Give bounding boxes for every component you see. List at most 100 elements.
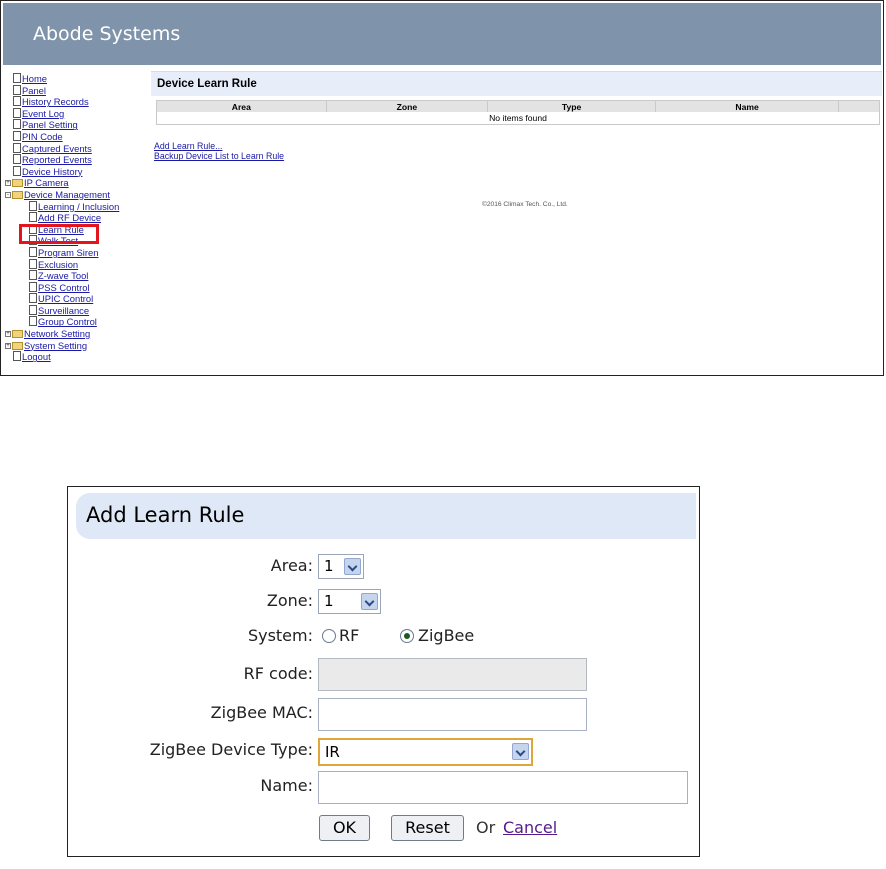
zigbee-mac-row: ZigBee MAC: <box>68 697 698 731</box>
page-icon <box>13 84 21 95</box>
zigbee-device-type-select[interactable]: IR <box>318 738 533 766</box>
page-icon <box>29 293 37 304</box>
reset-button[interactable]: Reset <box>391 815 464 841</box>
zone-select[interactable]: 1 <box>318 589 381 614</box>
zigbee-device-type-value: IR <box>325 743 340 761</box>
nav-item-exclusion[interactable]: Exclusion <box>5 258 151 271</box>
page-icon <box>29 281 37 292</box>
nav-item-surveillance[interactable]: Surveillance <box>5 304 151 317</box>
page-icon <box>13 154 21 165</box>
add-learn-rule-form: Add Learn Rule Area: 1 Zone: 1 System: R… <box>67 486 700 857</box>
nav-item-network-setting[interactable]: + Network Setting <box>5 328 151 340</box>
rf-code-field[interactable] <box>318 658 587 691</box>
zone-value: 1 <box>324 592 334 610</box>
column-header-type[interactable]: Type <box>487 100 656 112</box>
ok-button[interactable]: OK <box>319 815 370 841</box>
folder-open-icon <box>12 190 23 199</box>
folder-icon <box>12 179 23 188</box>
nav-item-z-wave-tool[interactable]: Z-wave Tool <box>5 270 151 282</box>
nav-item-logout[interactable]: Logout <box>5 351 151 363</box>
copyright-text: ©2016 Climax Tech. Co., Ltd. <box>482 201 568 208</box>
device-learn-rule-heading: Device Learn Rule <box>151 71 882 96</box>
nav-item-ip-camera[interactable]: + IP Camera <box>5 177 151 189</box>
nav-item-system-setting[interactable]: + System Setting <box>5 340 151 352</box>
collapse-icon[interactable]: - <box>5 191 11 198</box>
rf-radio-label[interactable]: RF <box>339 622 359 650</box>
add-learn-rule-link[interactable]: Add Learn Rule... <box>154 141 284 151</box>
learn-rule-highlight-box <box>19 224 99 244</box>
form-header: Add Learn Rule <box>76 493 696 539</box>
nav-item-group-control[interactable]: Group Control <box>5 316 151 328</box>
expand-icon[interactable]: + <box>5 331 11 338</box>
folder-icon <box>12 330 23 339</box>
nav-item-event-log[interactable]: Event Log <box>5 107 151 120</box>
nav-item-program-siren[interactable]: Program Siren <box>5 246 151 259</box>
area-row: Area: 1 <box>68 552 698 580</box>
page-icon <box>29 304 37 315</box>
column-header-area[interactable]: Area <box>156 100 327 112</box>
nav-item-panel[interactable]: Panel <box>5 84 151 97</box>
app-title: Abode Systems <box>33 23 181 45</box>
nav-item-add-rf-device[interactable]: Add RF Device <box>5 212 151 224</box>
rf-radio[interactable] <box>322 629 336 643</box>
chevron-down-icon[interactable] <box>512 743 529 760</box>
page-icon <box>29 270 37 281</box>
zigbee-radio-label[interactable]: ZigBee <box>418 622 474 650</box>
page-icon <box>13 142 21 153</box>
page-icon <box>29 246 37 257</box>
device-learn-rule-screenshot: Abode Systems Home Panel History Records… <box>0 0 884 376</box>
name-field[interactable] <box>318 771 688 804</box>
table-row: No items found <box>157 112 880 125</box>
app-header: Abode Systems <box>3 3 881 65</box>
page-icon <box>13 119 21 130</box>
expand-icon[interactable]: + <box>5 180 11 187</box>
system-row: System: RF ZigBee <box>68 622 698 650</box>
zone-row: Zone: 1 <box>68 587 698 615</box>
system-label: System: <box>247 626 313 645</box>
page-icon <box>13 165 21 176</box>
or-text: Or <box>476 818 496 837</box>
page-icon <box>13 73 21 83</box>
chevron-down-icon[interactable] <box>344 558 361 575</box>
column-header-zone[interactable]: Zone <box>326 100 489 112</box>
nav-item-device-history[interactable]: Device History <box>5 165 151 178</box>
nav-item-device-management[interactable]: - Device Management <box>5 189 151 201</box>
nav-item-pin-code[interactable]: PIN Code <box>5 130 151 143</box>
page-icon <box>29 212 37 223</box>
chevron-down-icon[interactable] <box>361 593 378 610</box>
nav-item-pss-control[interactable]: PSS Control <box>5 281 151 294</box>
page-icon <box>13 351 21 362</box>
nav-item-history-records[interactable]: History Records <box>5 96 151 108</box>
form-title: Add Learn Rule <box>86 503 245 527</box>
column-header-extra <box>838 100 880 112</box>
nav-item-panel-setting[interactable]: Panel Setting <box>5 119 151 131</box>
nav-item-upic-control[interactable]: UPIC Control <box>5 293 151 305</box>
nav-tree: Home Panel History Records Event Log Pan… <box>5 73 151 363</box>
backup-device-list-link[interactable]: Backup Device List to Learn Rule <box>154 151 284 161</box>
action-links: Add Learn Rule... Backup Device List to … <box>154 141 284 162</box>
page-icon <box>13 96 21 107</box>
rf-code-label: RF code: <box>243 664 313 683</box>
page-icon <box>29 258 37 269</box>
page-icon <box>13 130 21 141</box>
nav-item-home[interactable]: Home <box>5 73 151 85</box>
cancel-link[interactable]: Cancel <box>503 814 557 842</box>
zigbee-mac-field[interactable] <box>318 698 587 731</box>
folder-icon <box>12 341 23 350</box>
nav-item-learning-inclusion[interactable]: Learning / Inclusion <box>5 200 151 213</box>
page-icon <box>29 200 37 211</box>
area-select[interactable]: 1 <box>318 554 364 579</box>
column-header-name[interactable]: Name <box>655 100 840 112</box>
zigbee-device-type-row: ZigBee Device Type: IR <box>68 736 698 766</box>
name-row: Name: <box>68 770 698 804</box>
table-header-row: Area Zone Type Name <box>156 100 880 112</box>
zigbee-mac-label: ZigBee MAC: <box>210 703 313 722</box>
zigbee-device-type-label: ZigBee Device Type: <box>149 740 313 759</box>
zigbee-radio[interactable] <box>400 629 414 643</box>
nav-item-reported-events[interactable]: Reported Events <box>5 154 151 166</box>
rf-code-row: RF code: <box>68 657 698 691</box>
name-label: Name: <box>260 776 313 795</box>
nav-item-captured-events[interactable]: Captured Events <box>5 142 151 155</box>
zone-label: Zone: <box>266 591 313 610</box>
expand-icon[interactable]: + <box>5 342 11 349</box>
